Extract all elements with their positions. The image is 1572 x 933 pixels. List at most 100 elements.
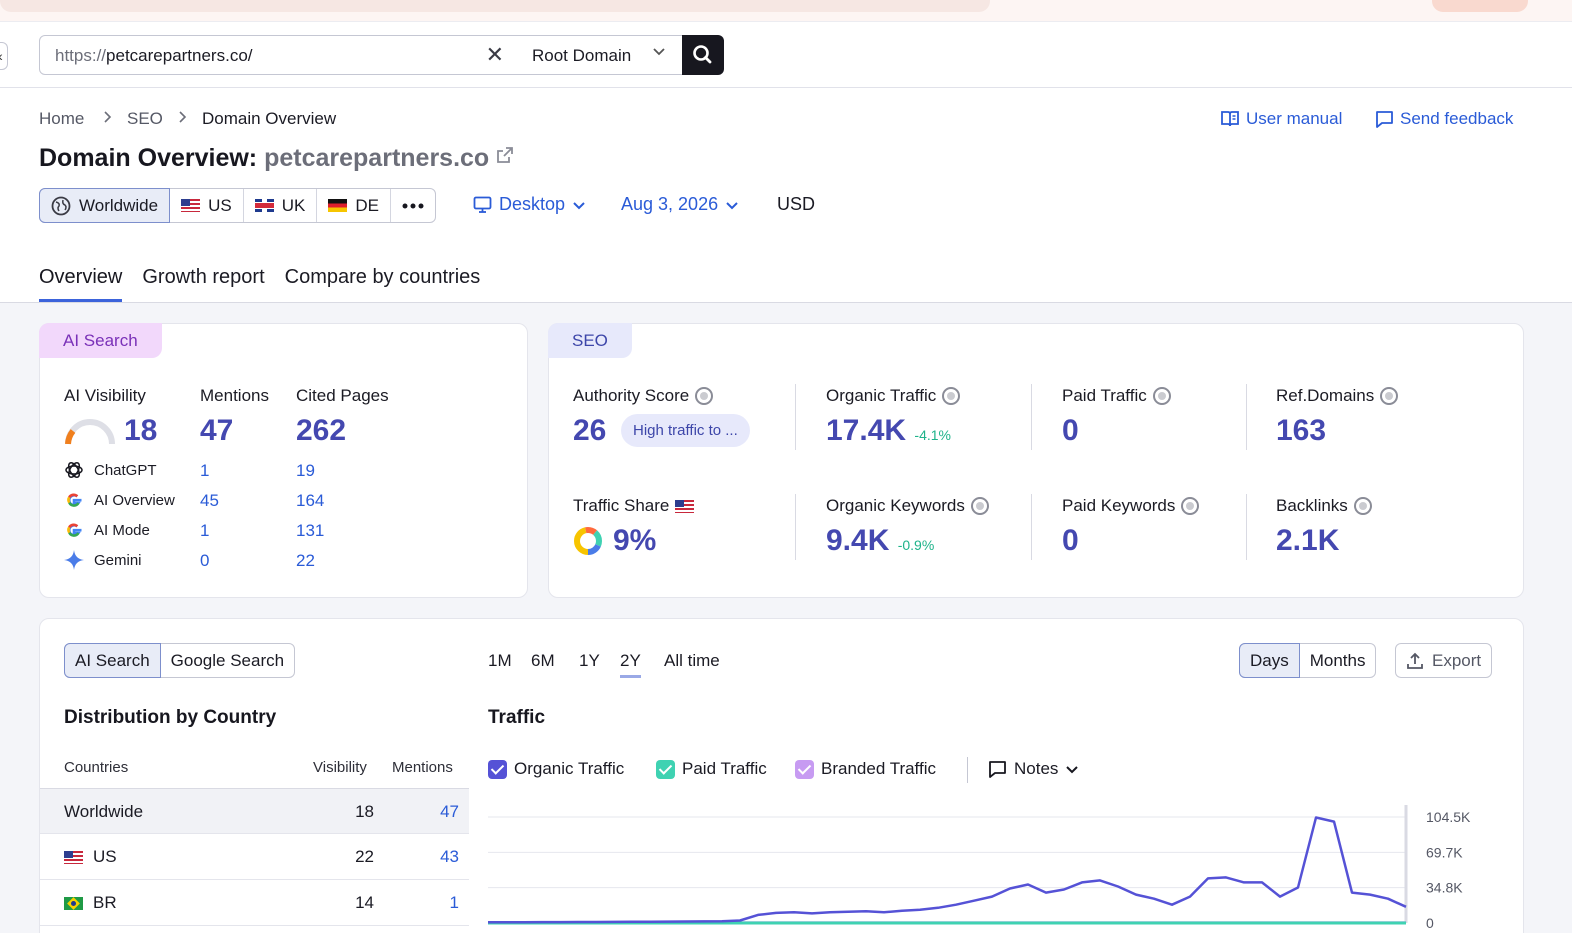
page-title-domain[interactable]: petcarepartners.co [264,144,489,172]
help-icon[interactable] [942,387,961,405]
organic-keywords-number: 9.4K [826,524,890,557]
table-row[interactable]: BR 14 1 [40,880,469,926]
platform-mentions-chatgpt[interactable]: 1 [200,461,209,481]
help-icon[interactable] [1181,497,1200,515]
granularity-days[interactable]: Days [1239,643,1300,678]
db-uk[interactable]: UK [244,189,318,222]
traffic-share-value[interactable]: 9% [613,524,656,558]
authority-badge[interactable]: High traffic to ... [621,414,750,447]
notes-dropdown[interactable]: Notes [988,759,1079,779]
platform-name-ai-mode: AI Mode [94,522,150,539]
us-flag-icon [181,199,201,212]
platform-cited-gemini[interactable]: 22 [296,551,315,571]
source-tab-google-search[interactable]: Google Search [161,644,294,677]
external-link-icon[interactable] [496,146,514,164]
tab-growth-report[interactable]: Growth report [142,266,264,302]
divider [795,384,796,450]
search-button[interactable] [682,35,724,75]
source-tab-ai-search[interactable]: AI Search [64,643,161,678]
db-de[interactable]: DE [317,189,391,222]
cited-pages-value[interactable]: 262 [296,414,346,448]
platform-mentions-ai-mode[interactable]: 1 [200,521,209,541]
ai-search-tag: AI Search [39,323,162,358]
help-icon[interactable] [1380,387,1399,405]
user-manual-link[interactable]: User manual [1220,109,1342,129]
legend-branded[interactable]: Branded Traffic [795,759,936,779]
series-line-organic-traffic[interactable] [488,816,1407,924]
granularity-toggle: Days Months [1239,643,1377,678]
ai-visibility-value[interactable]: 18 [124,414,157,448]
source-toggle: AI Search Google Search [64,643,296,678]
platform-name-chatgpt: ChatGPT [94,462,157,479]
platform-mentions-ai-overview[interactable]: 45 [200,491,219,511]
db-us[interactable]: US [170,189,244,222]
organic-keywords-value[interactable]: 9.4K -0.9% [826,524,934,558]
database-selector: Worldwide US UK DE [39,188,436,223]
paid-keywords-label-text: Paid Keywords [1062,496,1176,515]
help-icon[interactable] [1353,497,1372,515]
th-mentions[interactable]: Mentions [392,759,453,776]
domain-input[interactable]: https://petcarepartners.co/ ✕ [39,35,519,75]
row-mentions[interactable]: 47 [440,802,459,822]
organic-traffic-value[interactable]: 17.4K -4.1% [826,414,951,448]
period-all-time[interactable]: All time [664,651,720,671]
clear-icon[interactable]: ✕ [486,42,504,68]
platform-cited-ai-mode[interactable]: 131 [296,521,324,541]
paid-keywords-value[interactable]: 0 [1062,524,1079,558]
more-databases-button[interactable] [391,189,435,222]
organic-keywords-label: Organic Keywords [826,496,989,516]
chevron-down-icon [652,44,666,62]
us-flag-icon [675,499,695,513]
period-2y[interactable]: 2Y [620,651,641,678]
checkbox-icon [795,759,814,779]
tab-compare-by-countries[interactable]: Compare by countries [285,266,481,302]
db-worldwide[interactable]: Worldwide [39,188,171,223]
help-icon[interactable] [970,497,989,515]
browser-profile-pill[interactable] [1432,0,1528,12]
tab-overview[interactable]: Overview [39,266,123,302]
period-6m[interactable]: 6M [531,651,555,671]
chevron-right-icon [178,110,188,128]
scope-select[interactable]: Root Domain [517,35,683,75]
device-select-value: Desktop [499,194,566,214]
table-row[interactable]: US 22 43 [40,834,469,880]
traffic-chart[interactable]: 104.5K 69.7K 34.8K 0 [488,805,1498,933]
db-us-label: US [208,195,232,215]
authority-score-value[interactable]: 26 [573,414,606,448]
breadcrumb-home[interactable]: Home [39,109,84,129]
date-select[interactable]: Aug 3, 2026 [621,194,739,215]
ref-domains-value[interactable]: 163 [1276,414,1326,448]
row-mentions[interactable]: 1 [450,893,459,913]
breadcrumb-seo[interactable]: SEO [127,109,163,129]
backlinks-value[interactable]: 2.1K [1276,524,1339,558]
row-mentions[interactable]: 43 [440,847,459,867]
row-country: BR [64,893,117,913]
paid-traffic-value[interactable]: 0 [1062,414,1079,448]
device-select[interactable]: Desktop [473,194,586,215]
mentions-label: Mentions [200,386,269,405]
collapse-sidebar-button[interactable]: ‹ [0,42,8,70]
platform-cited-chatgpt[interactable]: 19 [296,461,315,481]
backlinks-label: Backlinks [1276,496,1372,516]
th-visibility[interactable]: Visibility [313,759,367,776]
export-button[interactable]: Export [1395,643,1493,678]
organic-keywords-label-text: Organic Keywords [826,496,965,515]
notes-label: Notes [1014,759,1059,778]
google-icon [67,523,82,537]
send-feedback-link[interactable]: Send feedback [1375,109,1513,129]
legend-organic[interactable]: Organic Traffic [488,759,624,779]
chevron-down-icon [1066,766,1079,774]
period-1y[interactable]: 1Y [579,651,600,671]
period-1m[interactable]: 1M [488,651,512,671]
platform-cited-ai-overview[interactable]: 164 [296,491,324,511]
platform-name-gemini: Gemini [94,552,142,569]
help-icon[interactable] [695,387,714,405]
table-row[interactable]: Worldwide 18 47 [40,788,469,834]
legend-paid[interactable]: Paid Traffic [656,759,767,779]
platform-mentions-gemini[interactable]: 0 [200,551,209,571]
row-country: Worldwide [64,802,144,821]
help-icon[interactable] [1152,387,1171,405]
db-de-label: DE [355,195,379,215]
granularity-months[interactable]: Months [1300,644,1376,677]
mentions-value[interactable]: 47 [200,414,233,448]
